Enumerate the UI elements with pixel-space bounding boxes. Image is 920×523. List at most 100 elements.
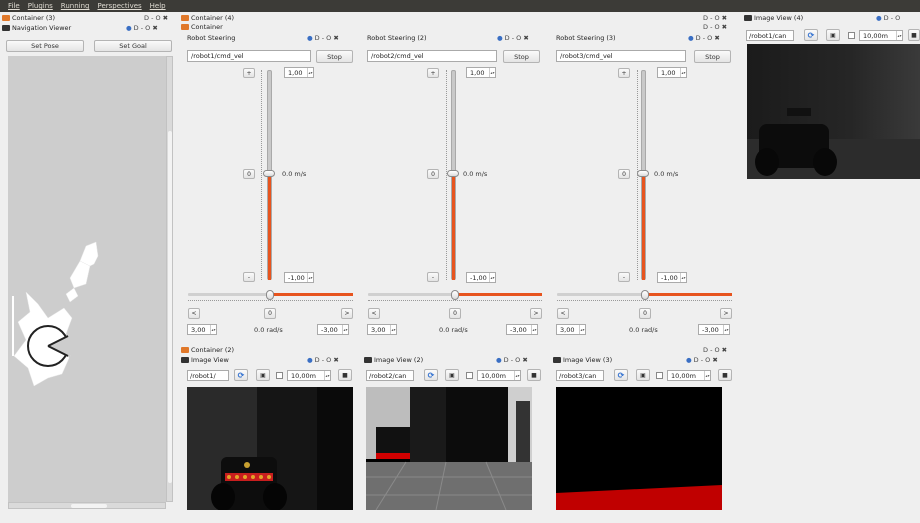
smooth-scaling-checkbox[interactable] [466,372,473,379]
turn-right-button[interactable]: > [720,308,732,319]
help-icon[interactable]: ● [126,24,132,32]
decrease-linear-button[interactable]: - [243,272,255,282]
zero-angular-button[interactable]: 0 [264,308,276,319]
angular-slider-handle[interactable] [266,290,274,300]
inner-container-controls[interactable]: D - O ✖ [703,23,727,31]
stop-button[interactable]: Stop [316,50,353,63]
zero-linear-button[interactable]: 0 [243,169,255,179]
rotate-icon[interactable]: ■ [718,369,732,381]
min-angular-spinbox[interactable]: -3,00 ▴▾ [506,324,538,335]
container-2-controls[interactable]: D - O ✖ [703,346,727,354]
refresh-icon[interactable]: ⟳ [614,369,628,381]
help-icon[interactable]: ● [307,34,313,42]
rotate-icon[interactable]: ■ [908,29,920,41]
refresh-icon[interactable]: ⟳ [804,29,818,41]
container-4-controls[interactable]: D - O ✖ [703,14,727,22]
help-icon[interactable]: ● [497,34,503,42]
zero-angular-button[interactable]: 0 [449,308,461,319]
image-view-2-controls[interactable]: ● D - O ✖ [496,356,528,364]
max-angular-spinbox[interactable]: 3,00 ▴▾ [556,324,586,335]
steering-controls[interactable]: ● D - O ✖ [688,34,720,42]
spin-arrows-icon[interactable]: ▴▾ [390,325,396,334]
steering-controls[interactable]: ● D - O ✖ [307,34,339,42]
spin-arrows-icon[interactable]: ▴▾ [704,371,710,380]
increase-linear-button[interactable]: + [618,68,630,78]
max-angular-spinbox[interactable]: 3,00 ▴▾ [367,324,397,335]
spin-arrows-icon[interactable]: ▴▾ [896,31,902,40]
decrease-linear-button[interactable]: - [618,272,630,282]
zoom-spinbox[interactable]: 10,00m ▴▾ [477,370,521,381]
spin-arrows-icon[interactable]: ▴▾ [489,68,495,77]
inner-container-title[interactable]: Container [181,23,223,31]
linear-slider-handle[interactable] [263,170,275,177]
min-angular-spinbox[interactable]: -3,00 ▴▾ [317,324,349,335]
nav-scroll-thumb[interactable] [168,131,172,483]
topic-input[interactable]: /robot2/cmd_vel [367,50,497,62]
menu-running[interactable]: Running [61,2,90,10]
set-goal-button[interactable]: Set Goal [94,40,172,52]
turn-left-button[interactable]: < [368,308,380,319]
save-image-icon[interactable]: ▣ [256,369,270,381]
help-icon[interactable]: ● [876,14,882,22]
image-view-2-title[interactable]: Image View (2) [364,356,423,364]
topic-input[interactable]: /robot3/cmd_vel [556,50,686,62]
angular-slider-handle[interactable] [451,290,459,300]
menu-help[interactable]: Help [150,2,166,10]
menu-file[interactable]: File [8,2,20,10]
image-view-4-title[interactable]: Image View (4) [744,14,803,22]
linear-slider-handle[interactable] [637,170,649,177]
image-topic-select[interactable]: /robot2/can [366,370,414,381]
image-topic-select[interactable]: /robot1/can [746,30,794,41]
save-image-icon[interactable]: ▣ [636,369,650,381]
max-linear-spinbox[interactable]: 1,00 ▴▾ [657,67,687,78]
save-image-icon[interactable]: ▣ [826,29,840,41]
zero-angular-button[interactable]: 0 [639,308,651,319]
spin-arrows-icon[interactable]: ▴▾ [307,68,313,77]
spin-arrows-icon[interactable]: ▴▾ [579,325,585,334]
max-linear-spinbox[interactable]: 1,00 ▴▾ [466,67,496,78]
help-icon[interactable]: ● [496,356,502,364]
image-view-3-title[interactable]: Image View (3) [553,356,612,364]
navigation-map[interactable] [8,56,166,502]
zero-linear-button[interactable]: 0 [427,169,439,179]
nav-viewer-controls[interactable]: ● D - O ✖ [126,24,158,32]
help-icon[interactable]: ● [688,34,694,42]
turn-right-button[interactable]: > [341,308,353,319]
set-pose-button[interactable]: Set Pose [6,40,84,52]
nav-horizontal-scrollbar[interactable] [8,502,166,509]
zoom-spinbox[interactable]: 10,00m ▴▾ [667,370,711,381]
nav-vertical-scrollbar[interactable] [166,56,173,502]
spin-arrows-icon[interactable]: ▴▾ [342,325,348,334]
min-linear-spinbox[interactable]: -1,00 ▴▾ [284,272,314,283]
rotate-icon[interactable]: ■ [338,369,352,381]
help-icon[interactable]: ● [686,356,692,364]
angular-slider-handle[interactable] [641,290,649,300]
spin-arrows-icon[interactable]: ▴▾ [307,273,313,282]
rotate-icon[interactable]: ■ [527,369,541,381]
menu-perspectives[interactable]: Perspectives [97,2,141,10]
image-topic-select[interactable]: /robot1/ [187,370,229,381]
decrease-linear-button[interactable]: - [427,272,439,282]
spin-arrows-icon[interactable]: ▴▾ [489,273,495,282]
zoom-spinbox[interactable]: 10,00m ▴▾ [287,370,331,381]
turn-left-button[interactable]: < [188,308,200,319]
container-3-title[interactable]: Container (3) [2,14,122,22]
max-linear-spinbox[interactable]: 1,00 ▴▾ [284,67,314,78]
spin-arrows-icon[interactable]: ▴▾ [514,371,520,380]
stop-button[interactable]: Stop [694,50,731,63]
increase-linear-button[interactable]: + [427,68,439,78]
refresh-icon[interactable]: ⟳ [234,369,248,381]
spin-arrows-icon[interactable]: ▴▾ [680,68,686,77]
nav-hscroll-thumb[interactable] [71,504,107,508]
image-view-3-controls[interactable]: ● D - O ✖ [686,356,718,364]
stop-button[interactable]: Stop [503,50,540,63]
nav-viewer-title[interactable]: Navigation Viewer [2,24,122,32]
turn-right-button[interactable]: > [530,308,542,319]
spin-arrows-icon[interactable]: ▴▾ [531,325,537,334]
increase-linear-button[interactable]: + [243,68,255,78]
min-angular-spinbox[interactable]: -3,00 ▴▾ [698,324,730,335]
menu-plugins[interactable]: Plugins [28,2,53,10]
refresh-icon[interactable]: ⟳ [424,369,438,381]
smooth-scaling-checkbox[interactable] [656,372,663,379]
min-linear-spinbox[interactable]: -1,00 ▴▾ [657,272,687,283]
